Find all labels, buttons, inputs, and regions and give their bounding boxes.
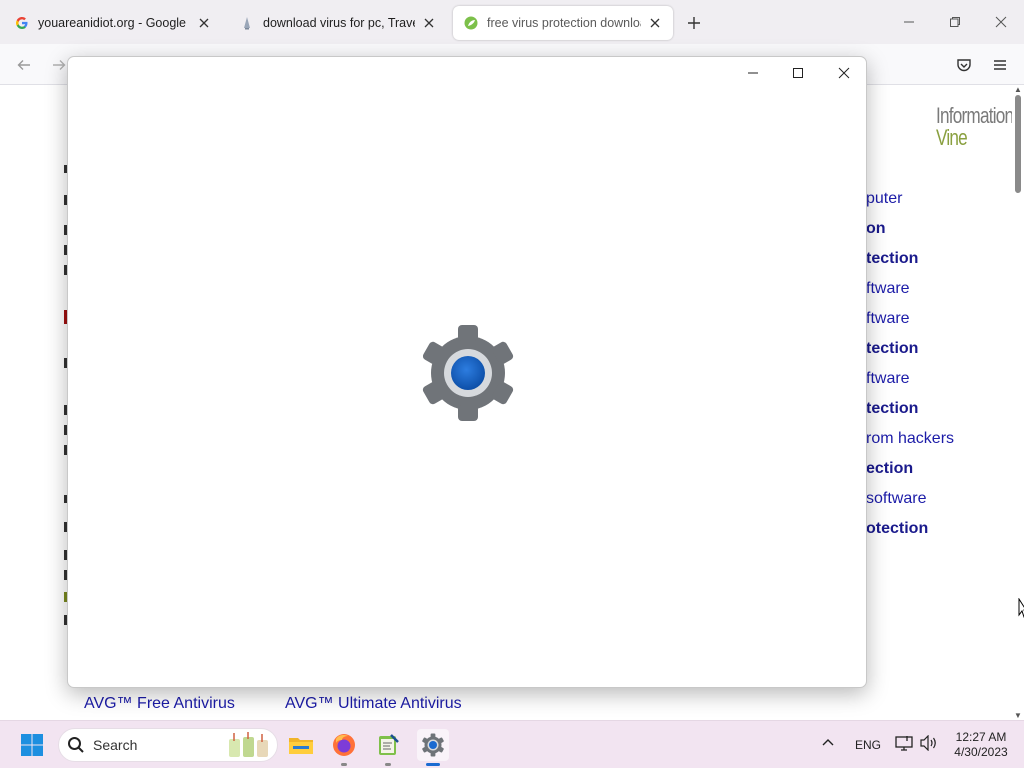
related-link[interactable]: software: [866, 490, 954, 520]
system-clock[interactable]: 12:27 AM 4/30/2023: [946, 730, 1016, 760]
close-tab-icon[interactable]: [647, 15, 663, 31]
related-link[interactable]: ftware: [866, 310, 954, 340]
firefox-icon[interactable]: [328, 729, 360, 766]
leaf-icon: [463, 15, 479, 31]
scroll-up-arrow-icon[interactable]: ▲: [1014, 85, 1022, 94]
notepad-icon[interactable]: [372, 729, 404, 766]
running-indicator: [385, 763, 391, 766]
browser-restore-button[interactable]: [945, 12, 965, 32]
volume-icon[interactable]: [920, 734, 938, 754]
new-tab-button[interactable]: [683, 12, 705, 34]
browser-minimize-button[interactable]: [899, 12, 919, 32]
page-scrollbar[interactable]: ▲ ▼: [1012, 85, 1024, 720]
language-indicator[interactable]: ENG: [855, 738, 881, 752]
travelsearch-icon: [239, 15, 255, 31]
browser-close-button[interactable]: [991, 12, 1011, 32]
google-g-icon: [14, 15, 30, 31]
tab-free-virus-protection[interactable]: free virus protection download: [453, 6, 673, 40]
taskbar-search-box[interactable]: Search: [58, 728, 278, 762]
browser-tab-bar: youareanidiot.org - Google Search downlo…: [0, 0, 1024, 44]
logo-line-2: Vine: [936, 125, 968, 150]
related-link[interactable]: on: [866, 220, 954, 250]
scroll-down-arrow-icon[interactable]: ▼: [1014, 711, 1022, 720]
related-link[interactable]: tection: [866, 250, 954, 280]
related-link[interactable]: otection: [866, 520, 954, 550]
search-label: Search: [93, 737, 138, 753]
clock-time: 12:27 AM: [955, 730, 1007, 744]
windows-logo-icon: [21, 734, 43, 756]
app-minimize-button[interactable]: [738, 63, 768, 83]
running-indicator: [426, 763, 440, 766]
related-link[interactable]: ftware: [866, 370, 954, 400]
tab-travelsearch[interactable]: download virus for pc, Travelsearch: [229, 6, 447, 40]
related-link[interactable]: rom hackers: [866, 430, 954, 460]
windows-taskbar: Search ENG 12:27 AM 4/30/2023: [0, 720, 1024, 768]
close-tab-icon[interactable]: [196, 15, 212, 31]
tab-title: download virus for pc, Travelsearch: [263, 16, 415, 30]
search-icon: [67, 736, 85, 754]
tab-google-search[interactable]: youareanidiot.org - Google Search: [4, 6, 222, 40]
app-maximize-button[interactable]: [783, 63, 813, 83]
start-button[interactable]: [16, 729, 48, 761]
related-link[interactable]: tection: [866, 340, 954, 370]
logo-line-1: Information: [936, 103, 1012, 128]
search-highlight-drinks-icon: [225, 731, 273, 764]
related-links-list: puter on tection ftware ftware tection f…: [866, 190, 954, 550]
related-link[interactable]: ftware: [866, 280, 954, 310]
app-close-button[interactable]: [829, 63, 859, 83]
running-indicator: [341, 763, 347, 766]
back-button[interactable]: [13, 54, 35, 76]
clock-date: 4/30/2023: [954, 745, 1008, 759]
close-tab-icon[interactable]: [421, 15, 437, 31]
mouse-cursor-icon: [1018, 597, 1024, 623]
menu-icon[interactable]: [989, 54, 1011, 76]
information-vine-logo[interactable]: Information Vine: [936, 105, 1012, 149]
settings-gear-icon: [418, 325, 518, 421]
tab-title: youareanidiot.org - Google Search: [38, 16, 190, 30]
avg-free-antivirus-link[interactable]: AVG™ Free Antivirus: [84, 695, 235, 713]
network-icon[interactable]: [895, 735, 913, 754]
show-hidden-icons-chevron-icon[interactable]: [821, 736, 835, 753]
pocket-icon[interactable]: [953, 54, 975, 76]
tab-title: free virus protection download: [487, 16, 641, 30]
related-link[interactable]: tection: [866, 400, 954, 430]
related-link[interactable]: puter: [866, 190, 954, 220]
settings-taskbar-icon[interactable]: [417, 729, 449, 766]
related-link[interactable]: ection: [866, 460, 954, 490]
scrollbar-thumb[interactable]: [1015, 95, 1021, 193]
settings-app-window[interactable]: [67, 56, 867, 688]
avg-ultimate-antivirus-link[interactable]: AVG™ Ultimate Antivirus: [285, 695, 462, 713]
file-explorer-icon[interactable]: [285, 729, 317, 761]
